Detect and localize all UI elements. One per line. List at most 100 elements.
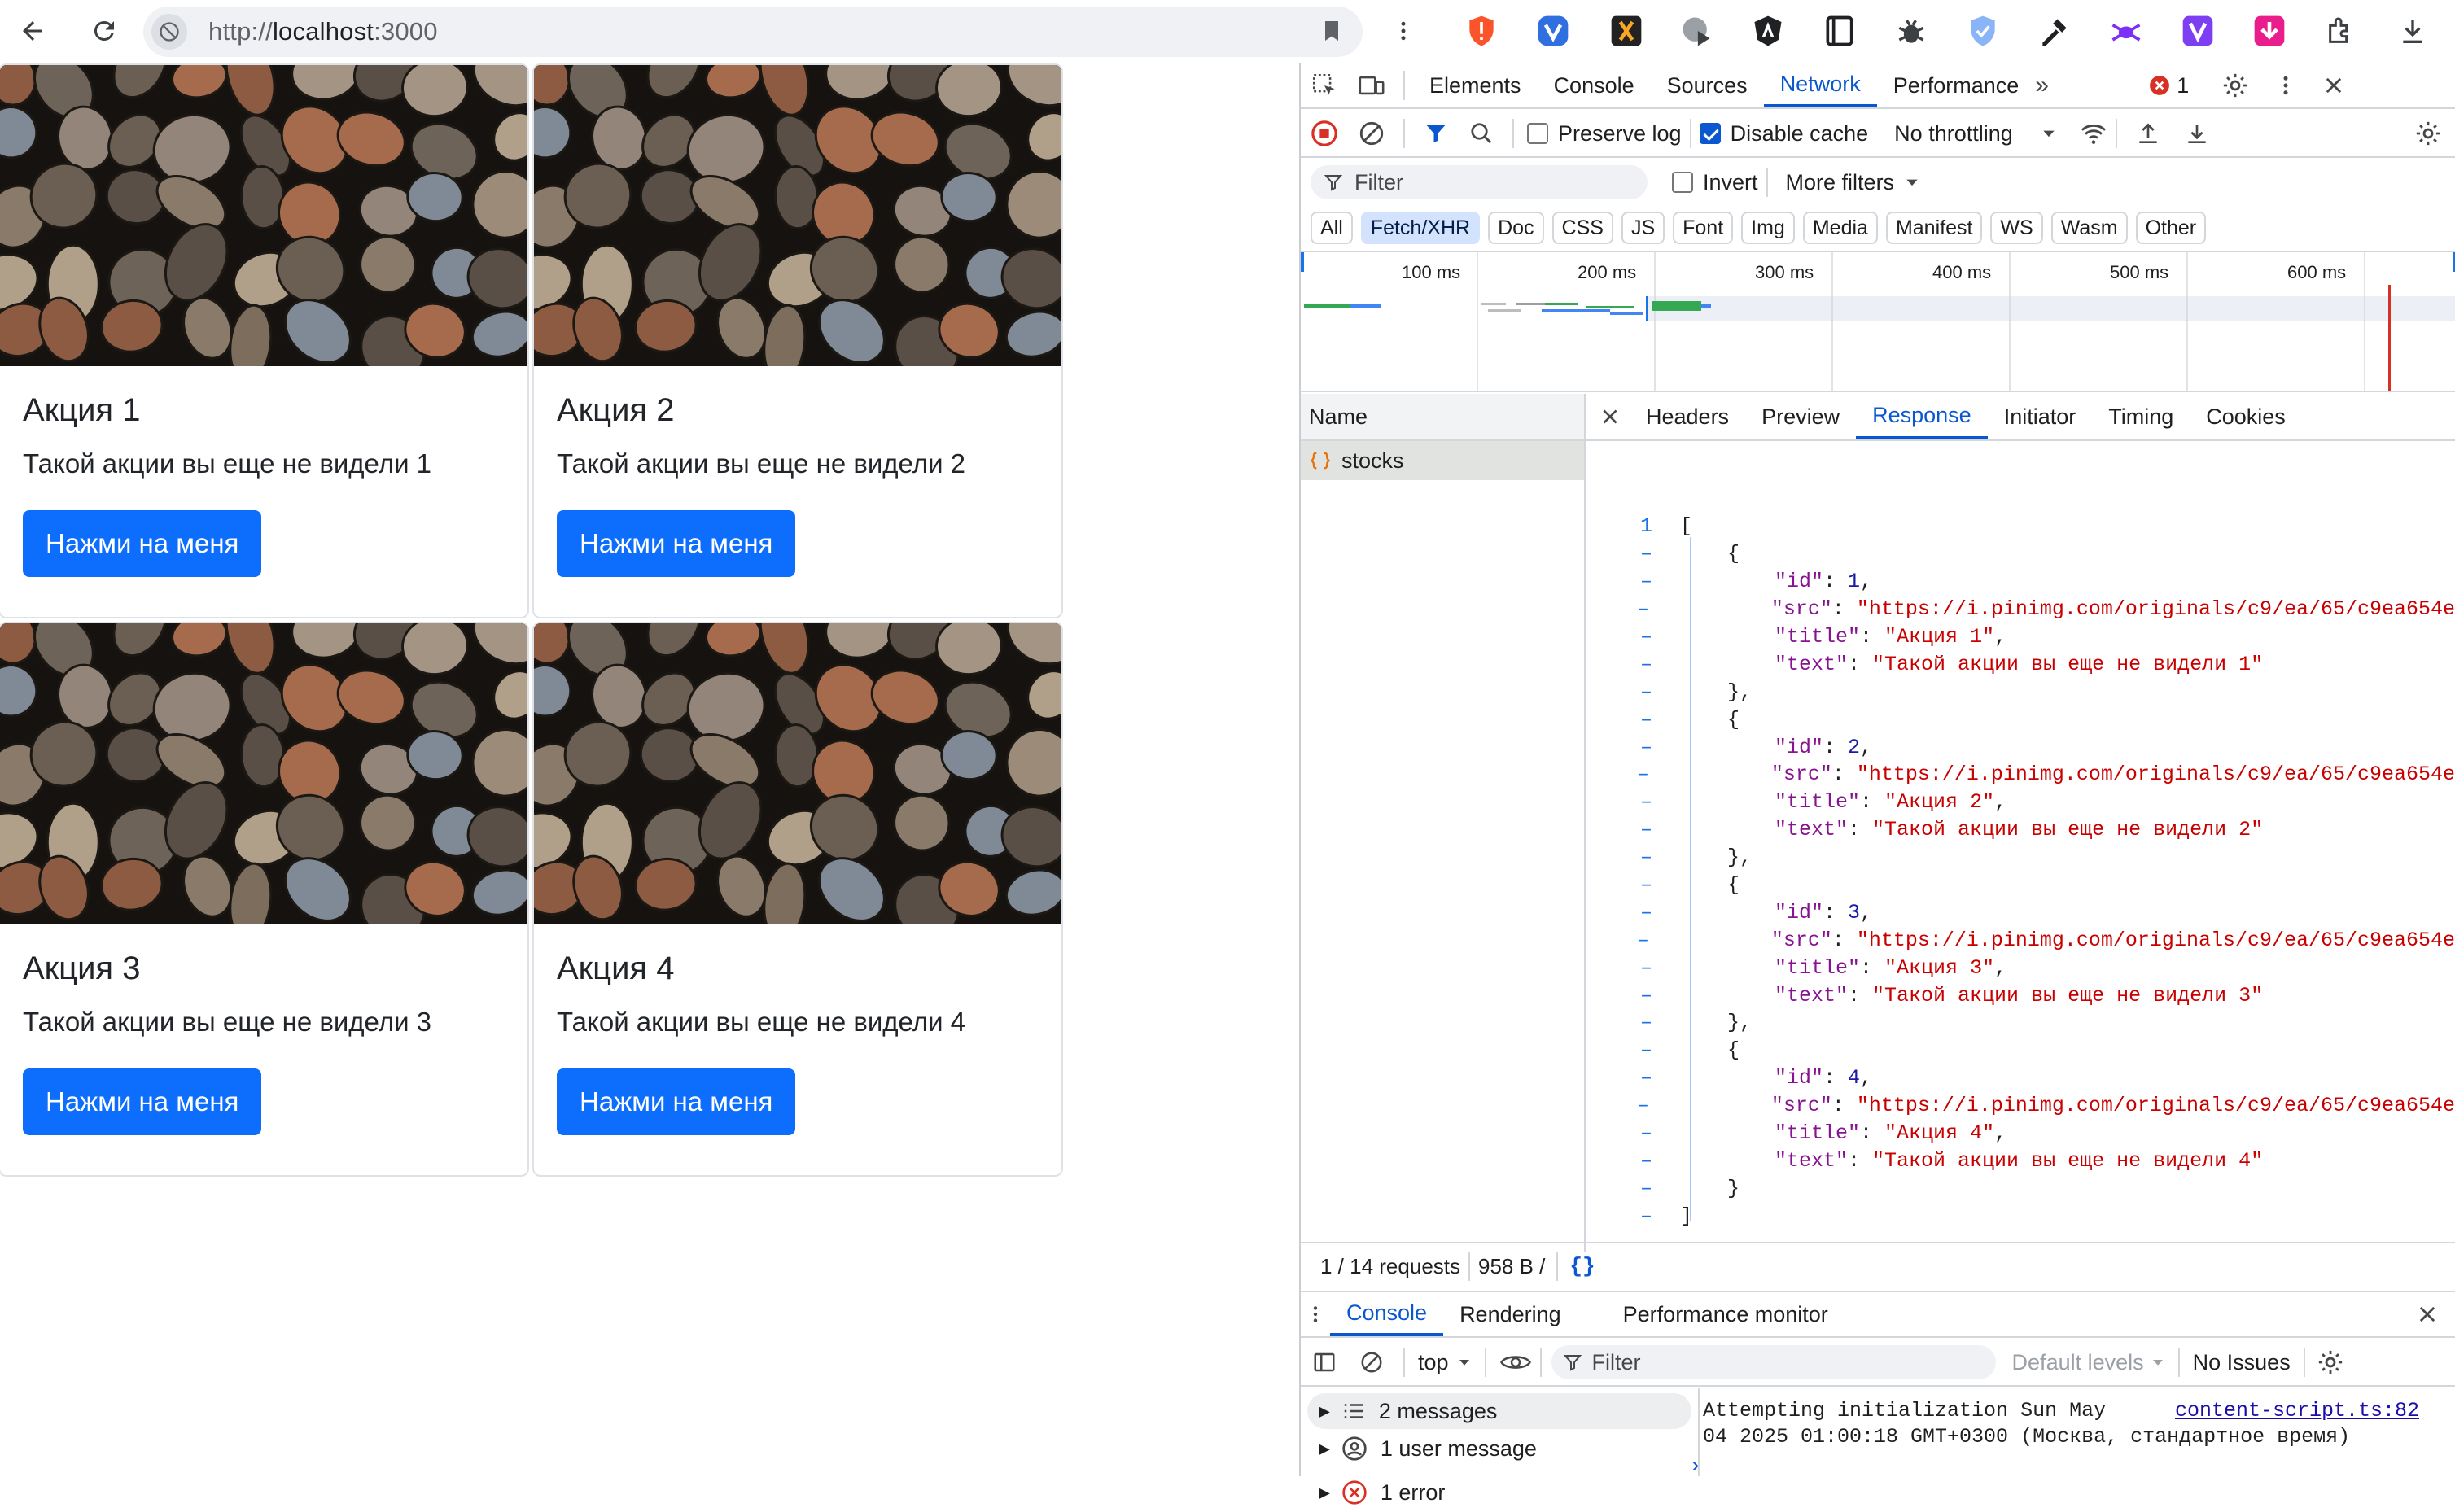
filter-input[interactable]: Filter [1311,165,1648,199]
live-expression-eye-icon[interactable] [1499,1350,1532,1374]
chip-media[interactable]: Media [1802,212,1878,244]
clear-icon[interactable] [1348,120,1395,147]
chip-img[interactable]: Img [1741,212,1795,244]
disable-cache-checkbox[interactable]: Disable cache [1699,121,1868,146]
chip-other[interactable]: Other [2135,212,2207,244]
clear-console-icon[interactable] [1348,1350,1395,1374]
chip-font[interactable]: Font [1673,212,1734,244]
pretty-print-icon[interactable]: {} [1569,1254,1595,1278]
detail-tab-preview[interactable]: Preview [1745,394,1856,439]
error-counter[interactable]: 1 [2149,73,2189,98]
chip-js[interactable]: JS [1621,212,1665,244]
bookmark-icon[interactable] [1319,18,1345,44]
filter-funnel-icon[interactable] [1413,121,1459,146]
settings-gear-icon[interactable] [2221,72,2249,99]
sidebar-toggle-icon[interactable] [1301,1350,1348,1374]
preserve-log-checkbox[interactable]: Preserve log [1527,121,1682,146]
card-image [534,65,1061,366]
chip-wasm[interactable]: Wasm [2050,212,2128,244]
network-conditions-icon[interactable] [2080,120,2107,147]
chip-manifest[interactable]: Manifest [1885,212,1983,244]
chip-all[interactable]: All [1311,212,1353,244]
notes-icon[interactable] [1818,10,1861,52]
console-settings-icon[interactable] [2317,1348,2344,1376]
drawer-menu-icon[interactable] [1301,1304,1330,1325]
detail-tab-initiator[interactable]: Initiator [1988,394,2093,439]
log-levels-dropdown[interactable]: Default levels [2012,1350,2165,1375]
tab-performance[interactable]: Performance [1877,63,2036,107]
more-tabs-icon[interactable]: » [2035,72,2068,99]
close-detail-icon[interactable] [1591,406,1630,427]
angular-icon[interactable] [1747,10,1789,52]
card-button[interactable]: Нажми на меня [23,1068,262,1135]
card-button[interactable]: Нажми на меня [23,510,262,577]
device-toolbar-icon[interactable] [1348,72,1395,99]
spider-extension-icon[interactable] [2105,10,2147,52]
tab-console[interactable]: Console [1538,63,1651,107]
network-settings-icon[interactable] [2414,120,2442,147]
divider [1403,71,1405,100]
shield-check-icon[interactable] [1962,10,2004,52]
console-prompt-icon[interactable]: › [1691,1452,1699,1478]
checkbox[interactable] [1527,123,1548,144]
brave-shield-icon[interactable] [1460,10,1503,52]
color-picker-icon[interactable] [2033,10,2076,52]
download-icon[interactable] [2392,10,2434,52]
detail-tab-response[interactable]: Response [1856,394,1988,439]
back-icon[interactable] [10,8,55,54]
chip-fetch-xhr[interactable]: Fetch/XHR [1360,212,1481,244]
vue-devtools-icon[interactable] [1532,10,1574,52]
card-button[interactable]: Нажми на меня [557,1068,796,1135]
tab-network[interactable]: Network [1763,63,1877,107]
reload-icon[interactable] [81,8,127,54]
export-har-icon[interactable] [2184,120,2210,146]
import-har-icon[interactable] [2135,120,2161,146]
close-devtools-icon[interactable] [2322,74,2345,97]
chip-doc[interactable]: Doc [1488,212,1544,244]
console-filter-input[interactable]: Filter [1551,1345,1996,1379]
detail-tab-cookies[interactable]: Cookies [2190,394,2302,439]
drawer-tab-performance-monitor[interactable]: Performance monitor [1607,1292,1845,1336]
line-content: [ [1680,514,1693,539]
sidebar-item-errors[interactable]: ▶ 1 error [1307,1473,1698,1512]
close-drawer-icon[interactable] [2416,1303,2439,1326]
source-link[interactable]: content-script.ts:82 [2175,1398,2419,1424]
checkbox[interactable] [1672,172,1693,193]
sidebar-item-user-messages[interactable]: ▶ 1 user message [1307,1429,1691,1468]
download-helper-icon[interactable] [2248,10,2291,52]
context-selector[interactable]: top [1418,1350,1472,1375]
stop-recording-icon[interactable] [1301,120,1348,147]
more-filters-dropdown[interactable]: More filters [1786,170,1921,195]
chip-css[interactable]: CSS [1551,212,1613,244]
tab-sources[interactable]: Sources [1651,63,1764,107]
network-overview[interactable]: 100 ms 200 ms 300 ms 400 ms 500 ms 600 m… [1301,252,2455,392]
detail-tab-headers[interactable]: Headers [1630,394,1745,439]
screen-recorder-icon[interactable] [1675,10,1718,52]
bug-icon[interactable] [1890,10,1932,52]
detail-tab-timing[interactable]: Timing [2092,394,2190,439]
extension-icon[interactable] [1605,10,1648,52]
throttling-select[interactable]: No throttling [1894,121,2057,146]
devtools-menu-icon[interactable] [2273,73,2298,98]
search-icon[interactable] [1459,121,1504,146]
tab-elements[interactable]: Elements [1413,63,1538,107]
timeline-bar [1304,304,1350,308]
violet-extension-icon[interactable] [2177,10,2219,52]
menu-dots-icon[interactable] [1382,10,1424,52]
response-line: – "src": "https://i.pinimg.com/originals/… [1587,926,2455,954]
checkbox[interactable] [1699,123,1721,144]
drawer-tab-rendering[interactable]: Rendering [1443,1292,1578,1336]
request-row-stocks[interactable]: stocks [1301,441,1584,480]
card-button[interactable]: Нажми на меня [557,510,796,577]
inspect-element-icon[interactable] [1301,72,1348,99]
response-body[interactable]: 1[–{– "id": 1, – "src": "https://i.pinimg.c… [1587,513,2455,1245]
address-bar[interactable]: http://localhost:3000 [143,7,1363,57]
drawer-tab-console[interactable]: Console [1330,1292,1444,1336]
site-info-icon[interactable] [151,14,187,50]
name-column-header[interactable]: Name [1301,394,1584,441]
chip-ws[interactable]: WS [1990,212,2043,244]
sidebar-item-messages[interactable]: ▶ 2 messages [1307,1393,1691,1429]
extensions-puzzle-icon[interactable] [2320,10,2362,52]
issues-counter[interactable]: No Issues [2193,1350,2291,1375]
invert-checkbox[interactable]: Invert [1672,170,1758,195]
